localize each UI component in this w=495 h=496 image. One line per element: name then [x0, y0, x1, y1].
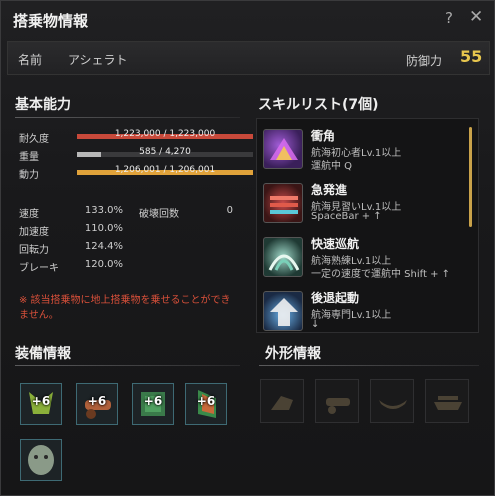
skill-item[interactable]: 急発進 航海見習いLv.1以上 SpaceBar + ↑ [263, 181, 468, 233]
stat-bar-value: 1,206,001 / 1,206,001 [114, 165, 216, 175]
skill-name: 急発進 [311, 183, 348, 197]
skill-item[interactable]: 衝角 航海初心者Lv.1以上 運航中 Q [263, 127, 468, 179]
appearance-slot[interactable] [260, 379, 304, 423]
stat-bar-row: 動力 1,206,001 / 1,206,001 [19, 165, 253, 181]
stat-bar-value: 1,223,000 / 1,223,000 [114, 129, 216, 139]
stat-bar-row: 重量 585 / 4,270 [19, 147, 253, 163]
stat-value: 133.0% [84, 205, 123, 216]
appearance-slot[interactable] [370, 379, 414, 423]
defense-value: 55 [460, 47, 483, 66]
stat-label: 速度 [19, 209, 39, 220]
skill-keybind: ↓ [311, 319, 320, 330]
skill-requirement: 航海専門Lv.1以上 [311, 310, 392, 321]
stat-bar-label: 重量 [19, 152, 39, 163]
divider [259, 365, 479, 366]
window-title: 搭乗物情報 [13, 12, 89, 30]
ship-name: アシェラト [68, 53, 128, 67]
stat-bar-value: 585 / 4,270 [139, 147, 191, 157]
enhance-level: +6 [143, 394, 163, 408]
title-bar[interactable]: 搭乗物情報 ? ✕ [1, 1, 495, 37]
basic-stats-title: 基本能力 [15, 97, 71, 113]
cannon-outline-icon [326, 398, 350, 414]
appearance-title: 外形情報 [265, 346, 321, 362]
stat-label: ブレーキ [19, 263, 59, 274]
ram-icon [263, 129, 303, 169]
skill-scrollbar[interactable] [469, 127, 472, 227]
skill-item[interactable]: 快速巡航 航海熟練Lv.1以上 一定の速度で運航中 Shift + ↑ [263, 235, 468, 287]
equipment-slot[interactable] [20, 439, 62, 481]
skill-item[interactable]: 後退起動 航海専門Lv.1以上 ↓ [263, 289, 468, 332]
equipment-slot[interactable]: +6 [132, 383, 174, 425]
skill-keybind: 一定の速度で運航中 Shift + ↑ [311, 269, 451, 280]
divider [15, 117, 240, 118]
equipment-title: 装備情報 [15, 346, 71, 362]
skill-name: 後退起動 [311, 291, 360, 305]
warning-text: ※ 該当搭乗物に地上搭乗物を乗せることができません。 [19, 295, 231, 321]
equipment-slot[interactable]: +6 [185, 383, 227, 425]
destroy-count-value: 0 [226, 205, 233, 216]
stat-value: 120.0% [84, 259, 123, 270]
close-button[interactable]: ✕ [469, 7, 483, 27]
destroy-count-label: 破壊回数 [139, 209, 179, 220]
stat-bar-row: 耐久度 1,223,000 / 1,223,000 [19, 129, 253, 145]
divider [15, 365, 240, 366]
cruise-icon [263, 237, 303, 277]
name-row: 名前 アシェラト 防御力 55 [7, 41, 490, 75]
appearance-slot[interactable] [425, 379, 469, 423]
hull-outline-icon [434, 396, 462, 410]
skill-name: 衝角 [311, 129, 336, 143]
equipment-slot[interactable]: +6 [20, 383, 62, 425]
enhance-level: +6 [87, 394, 107, 408]
stat-label: 加速度 [19, 227, 49, 238]
skill-name: 快速巡航 [311, 237, 360, 251]
skill-keybind: 運航中 Q [311, 161, 353, 172]
boost-icon [263, 183, 303, 223]
ship-info-window: 搭乗物情報 ? ✕ 名前 アシェラト 防御力 55 基本能力 耐久度 1,223,… [0, 0, 495, 496]
enhance-level: +6 [31, 394, 51, 408]
help-button[interactable]: ? [445, 9, 453, 27]
stat-label: 回転力 [19, 245, 49, 256]
stat-bar-label: 動力 [19, 170, 39, 181]
skill-list-title: スキルリスト(7個) [258, 97, 379, 113]
reverse-icon [263, 291, 303, 331]
defense-label: 防御力 [406, 54, 443, 68]
appearance-slot[interactable] [315, 379, 359, 423]
equipment-slot[interactable]: +6 [76, 383, 118, 425]
figurehead-outline-icon [271, 396, 293, 410]
stat-value: 110.0% [84, 223, 123, 234]
stat-value: 124.4% [84, 241, 123, 252]
skill-list-panel[interactable]: 衝角 航海初心者Lv.1以上 運航中 Q 急発進 航海見習いLv.1以上 Spa… [256, 118, 479, 333]
sailor-icon [28, 445, 54, 475]
stat-bar-label: 耐久度 [19, 134, 49, 145]
plating-outline-icon [379, 400, 407, 409]
name-label: 名前 [18, 53, 43, 67]
skill-keybind: SpaceBar + ↑ [311, 211, 382, 222]
enhance-level: +6 [196, 394, 216, 408]
